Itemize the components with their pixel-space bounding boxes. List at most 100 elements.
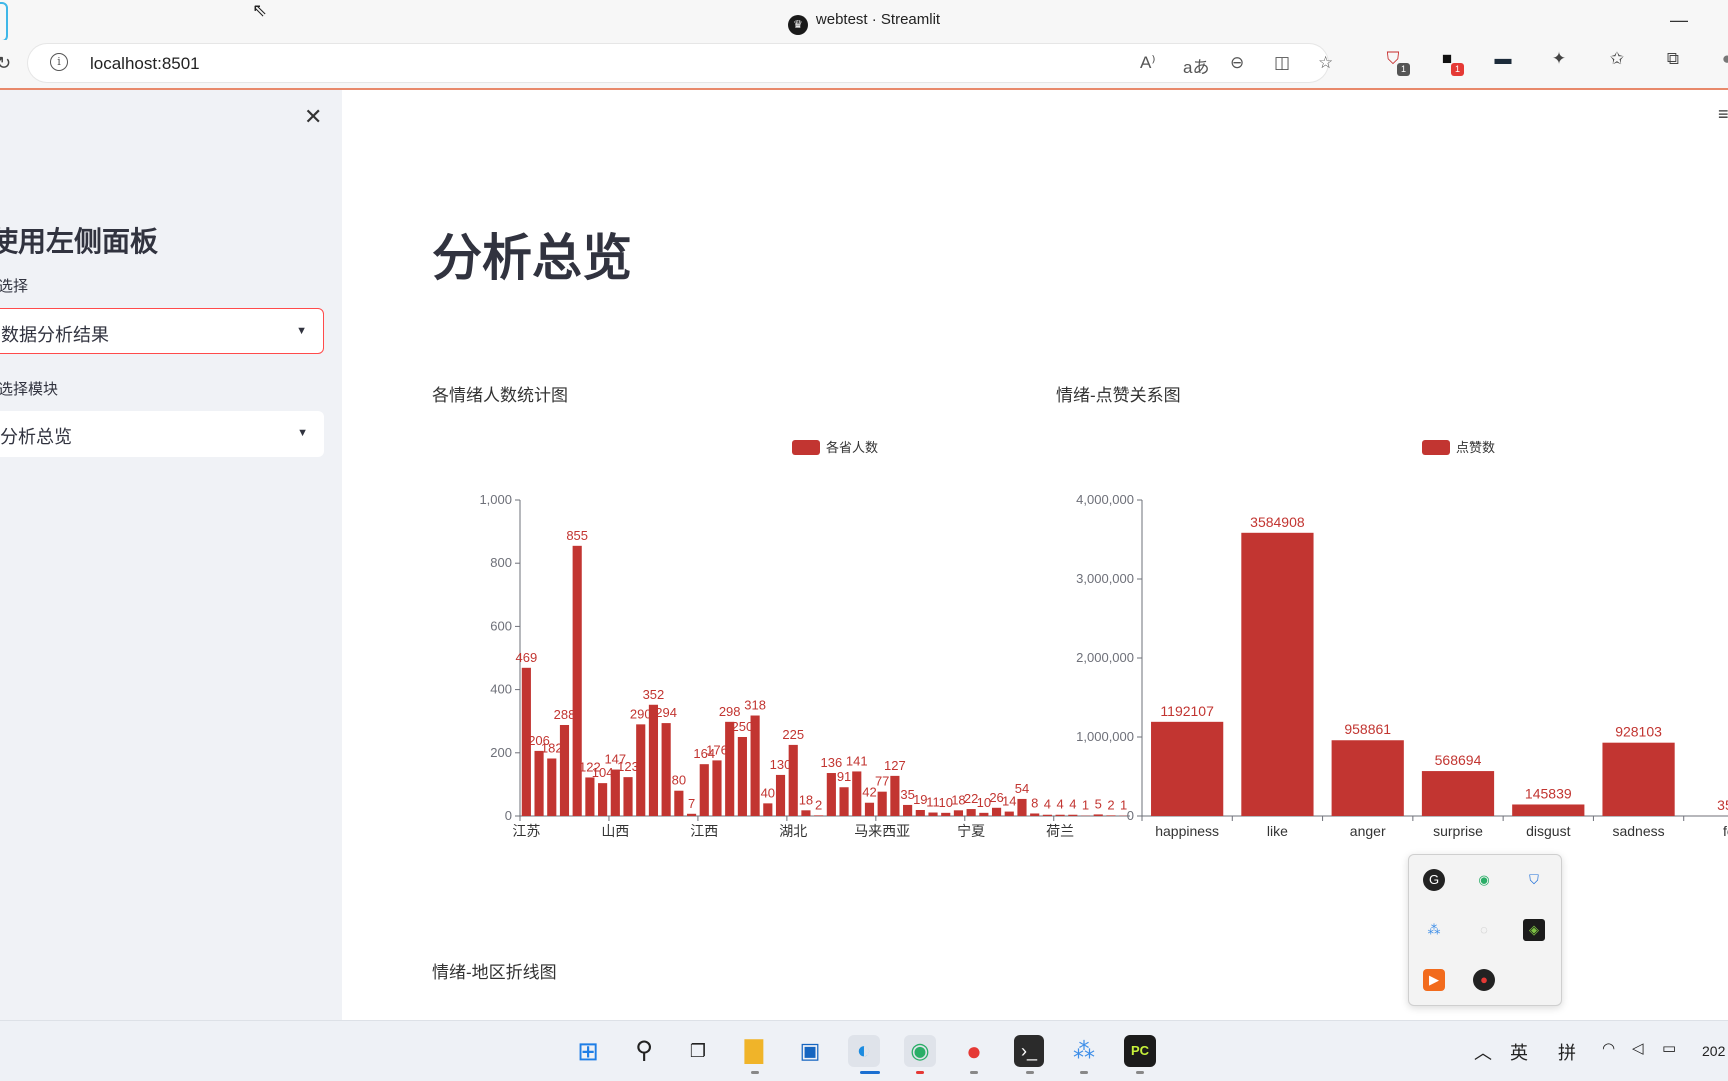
- select2-dropdown[interactable]: 分析总览 ▼: [0, 411, 324, 457]
- data-label: 136: [821, 755, 843, 770]
- clock[interactable]: 202: [1702, 1043, 1725, 1059]
- app-orange-icon[interactable]: ▶: [1423, 969, 1445, 991]
- cloud-sync-icon[interactable]: ⁂: [1423, 919, 1445, 941]
- zoom-out-icon[interactable]: ⊖: [1230, 53, 1244, 73]
- data-label: 141: [846, 753, 868, 768]
- bar: [890, 776, 899, 816]
- bar: [878, 792, 887, 816]
- search-icon[interactable]: ⚲: [628, 1035, 660, 1067]
- select1-dropdown[interactable]: 数据分析结果 ▼: [0, 308, 324, 354]
- cloud-app-icon[interactable]: ⁂: [1068, 1035, 1100, 1067]
- x-tick-label: 湖北: [779, 823, 807, 839]
- bar: [789, 745, 798, 816]
- bar: [1151, 722, 1223, 816]
- legend-swatch: [1422, 440, 1450, 455]
- file-explorer-icon[interactable]: ▇: [738, 1035, 770, 1067]
- security-shield-icon[interactable]: ⛉: [1523, 869, 1545, 891]
- bar: [979, 813, 988, 816]
- collections-icon[interactable]: ⧉: [1662, 48, 1684, 70]
- close-sidebar-icon[interactable]: ✕: [304, 104, 322, 130]
- x-tick-label: 宁夏: [957, 823, 985, 839]
- page-title: 分析总览: [432, 218, 632, 290]
- extension-icon[interactable]: ■1: [1436, 48, 1458, 70]
- x-tick-label: surprise: [1433, 823, 1483, 839]
- running-indicator: [970, 1071, 978, 1074]
- volume-icon[interactable]: ◁: [1632, 1039, 1644, 1057]
- data-label: 77: [875, 774, 889, 789]
- running-indicator: [1080, 1071, 1088, 1074]
- wifi-icon[interactable]: ◠: [1602, 1039, 1615, 1057]
- y-tick-label: 200: [490, 745, 512, 760]
- data-label: 3584908: [1250, 514, 1305, 530]
- ime-language[interactable]: 英: [1510, 1039, 1528, 1065]
- x-tick-label: happiness: [1155, 823, 1219, 839]
- task-view-icon[interactable]: ❐: [682, 1035, 714, 1067]
- pycharm-icon[interactable]: PC: [1124, 1035, 1156, 1067]
- bar: [827, 773, 836, 816]
- bar: [814, 815, 823, 816]
- data-label: 40: [761, 785, 775, 800]
- favorite-add-icon[interactable]: ☆: [1318, 53, 1333, 73]
- bar: [573, 546, 582, 816]
- x-tick-label: fe: [1723, 823, 1728, 839]
- ime-mode[interactable]: 拼: [1558, 1039, 1576, 1065]
- edge-browser-icon[interactable]: ◐: [848, 1035, 880, 1067]
- terminal-icon[interactable]: ›_: [1014, 1035, 1044, 1067]
- tray-expand-icon[interactable]: ︿: [1474, 1039, 1492, 1065]
- bar: [1602, 743, 1674, 816]
- wechat-icon[interactable]: ◉: [1473, 869, 1495, 891]
- bar: [534, 751, 543, 816]
- profile-avatar-icon[interactable]: ●: [1716, 48, 1728, 70]
- data-label: 250: [732, 719, 754, 734]
- chart1-title: 各情绪人数统计图: [432, 381, 568, 406]
- recorder-icon[interactable]: ●: [958, 1035, 990, 1067]
- bar: [738, 737, 747, 816]
- bar: [725, 722, 734, 816]
- y-tick-label: 0: [505, 808, 512, 823]
- store-icon[interactable]: ▣: [794, 1035, 826, 1067]
- y-tick-label: 2,000,000: [1076, 650, 1134, 665]
- data-label: 298: [719, 704, 741, 719]
- data-label: 127: [884, 758, 906, 773]
- select2-value: 分析总览: [0, 423, 72, 449]
- y-tick-label: 3,000,000: [1076, 571, 1134, 586]
- record-icon[interactable]: ●: [1473, 969, 1495, 991]
- windows-start-icon[interactable]: ⊞: [572, 1035, 604, 1067]
- nvidia-icon[interactable]: ◈: [1523, 919, 1545, 941]
- y-tick-label: 600: [490, 618, 512, 633]
- bar: [763, 803, 772, 816]
- bar: [751, 716, 760, 816]
- bar: [801, 810, 810, 816]
- x-tick-label: like: [1267, 823, 1288, 839]
- sidebar-heading: 使用左侧面板: [0, 220, 158, 260]
- bar: [611, 770, 620, 816]
- terminal-extension-icon[interactable]: ▬: [1492, 48, 1514, 70]
- bar: [1422, 771, 1494, 816]
- url-box[interactable]: i localhost:8501 A⁾ aあ ⊖ ◫ ☆: [28, 44, 1328, 82]
- extensions-puzzle-icon[interactable]: ✦: [1548, 48, 1570, 70]
- bar: [1030, 813, 1039, 816]
- split-screen-icon[interactable]: ◫: [1274, 53, 1290, 73]
- bar: [1005, 812, 1014, 816]
- translate-icon[interactable]: aあ: [1183, 53, 1209, 78]
- wechat-taskbar-icon[interactable]: ◉: [904, 1035, 936, 1067]
- data-label: 288: [554, 707, 576, 722]
- bar: [547, 758, 556, 816]
- hamburger-menu-icon[interactable]: ≡: [1718, 104, 1728, 125]
- data-label: 18: [799, 792, 813, 807]
- bar: [1241, 533, 1313, 816]
- minimize-button[interactable]: —: [1670, 10, 1688, 31]
- favorites-icon[interactable]: ✩: [1606, 48, 1628, 70]
- shield-extension-icon[interactable]: ⛉1: [1382, 48, 1404, 70]
- read-aloud-icon[interactable]: A⁾: [1140, 53, 1156, 73]
- globe-icon[interactable]: ◌: [1473, 919, 1495, 941]
- bar: [649, 705, 658, 816]
- refresh-icon[interactable]: ↻: [0, 53, 11, 74]
- bar: [954, 810, 963, 816]
- site-info-icon[interactable]: i: [50, 53, 68, 71]
- battery-icon[interactable]: ▭: [1662, 1039, 1676, 1057]
- url-text[interactable]: localhost:8501: [90, 54, 200, 74]
- app-g-icon[interactable]: G: [1423, 869, 1445, 891]
- bar: [928, 813, 937, 816]
- legend-label: 点赞数: [1456, 440, 1495, 455]
